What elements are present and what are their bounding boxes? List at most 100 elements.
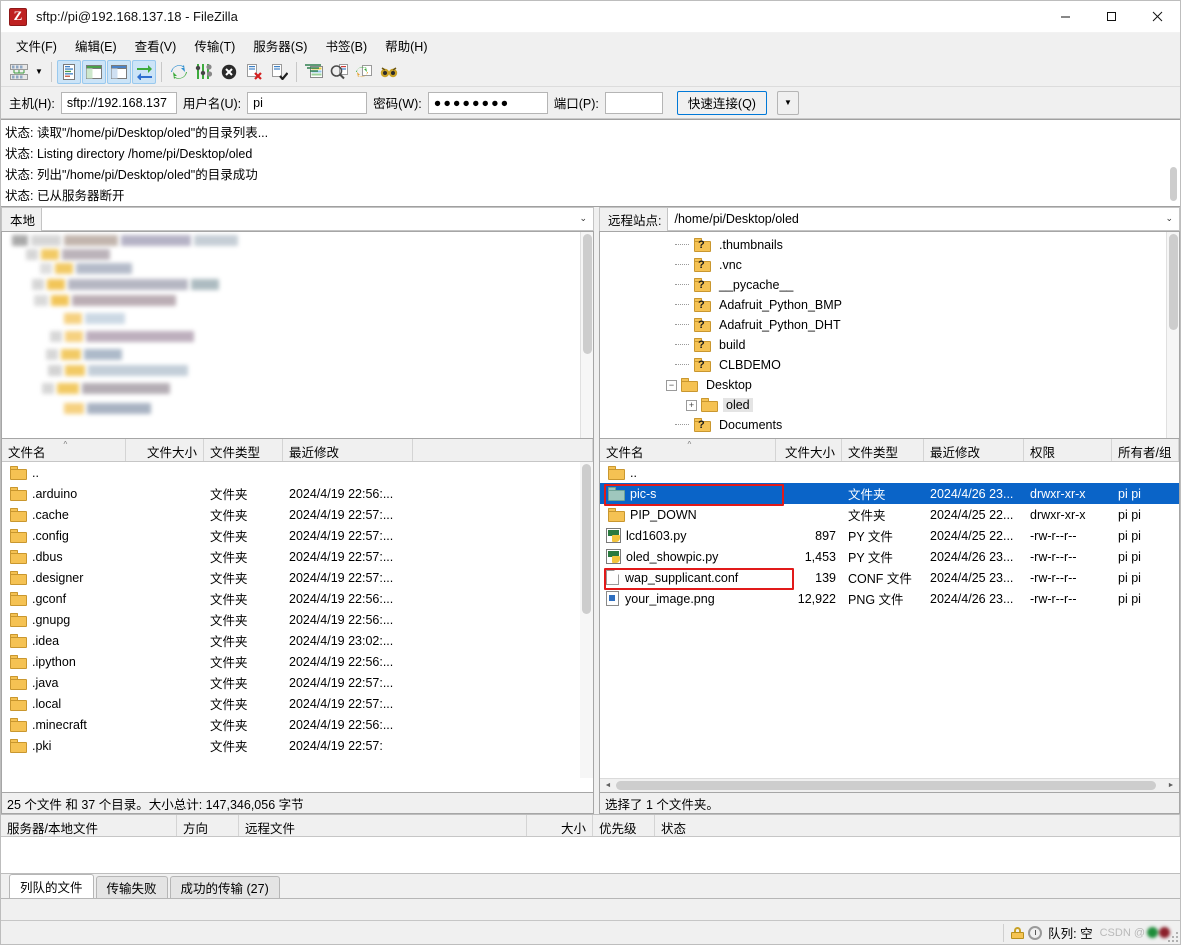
table-row[interactable]: .minecraft 文件夹 2024/4/19 22:56:... [2, 714, 593, 735]
table-row[interactable]: PIP_DOWN 文件夹 2024/4/25 22... drwxr-xr-x … [600, 504, 1179, 525]
port-input[interactable] [604, 91, 663, 114]
log-scrollbar-thumb[interactable] [1170, 167, 1177, 201]
quick-connect-button[interactable]: 快速连接(Q) [676, 90, 767, 115]
remote-tree-vscrollbar[interactable] [1166, 232, 1179, 438]
tab-queued-files[interactable]: 列队的文件 [9, 874, 94, 898]
table-row[interactable]: .arduino 文件夹 2024/4/19 22:56:... [2, 483, 593, 504]
remote-directory-tree[interactable]: .thumbnails .vnc __pycache__ [599, 231, 1180, 439]
table-row[interactable]: .java 文件夹 2024/4/19 22:57:... [2, 672, 593, 693]
reconnect-icon[interactable] [267, 60, 291, 84]
remote-col-permissions[interactable]: 权限 [1024, 439, 1112, 461]
queue-col-status[interactable]: 状态 [655, 815, 1180, 836]
tree-item-desktop[interactable]: − Desktop [604, 375, 1179, 395]
menu-bookmarks[interactable]: 书签(B) [316, 33, 376, 58]
tab-failed-transfers[interactable]: 传输失败 [95, 876, 168, 898]
directory-compare-icon[interactable] [327, 60, 351, 84]
status-bar-queue[interactable]: 队列: 空 [1004, 921, 1099, 945]
site-manager-dropdown-icon[interactable]: ▼ [32, 60, 46, 84]
password-input[interactable]: ●●●●●●●● [427, 91, 548, 114]
tree-item[interactable]: Adafruit_Python_DHT [604, 315, 1179, 335]
local-site-path-combo[interactable]: ⌄ [42, 206, 594, 231]
tree-item[interactable]: build [604, 335, 1179, 355]
table-row[interactable]: .dbus 文件夹 2024/4/19 22:57:... [2, 546, 593, 567]
message-log[interactable]: 状态: 读取"/home/pi/Desktop/oled"的目录列表... 状态… [1, 119, 1180, 207]
local-col-spacer[interactable] [413, 439, 593, 461]
menu-view[interactable]: 查看(V) [126, 33, 186, 58]
tree-item[interactable]: Documents [604, 415, 1179, 435]
table-row[interactable]: .pki 文件夹 2024/4/19 22:57: [2, 735, 593, 756]
log-scrollbar[interactable] [1168, 121, 1179, 205]
tree-item[interactable]: .thumbnails [604, 235, 1179, 255]
table-row[interactable]: .idea 文件夹 2024/4/19 23:02:... [2, 630, 593, 651]
collapse-expander-icon[interactable]: − [666, 379, 677, 391]
scroll-right-icon[interactable]: ► [1164, 779, 1178, 792]
table-row[interactable]: .. [600, 462, 1179, 483]
local-file-list-vscrollbar[interactable] [580, 462, 593, 778]
menu-transfer[interactable]: 传输(T) [185, 33, 244, 58]
queue-col-remotefile[interactable]: 远程文件 [239, 815, 527, 836]
refresh-icon[interactable] [167, 60, 191, 84]
menu-server[interactable]: 服务器(S) [244, 33, 316, 58]
local-file-list-body[interactable]: .. .arduino 文件夹 2024/4/19 22:56:... .cac… [2, 462, 593, 792]
username-input[interactable]: pi [247, 91, 368, 114]
toggle-local-tree-icon[interactable] [82, 59, 106, 84]
local-col-filename[interactable]: 文件名 ^ [2, 439, 126, 461]
chevron-down-icon[interactable]: ⌄ [579, 208, 587, 230]
remote-col-modified[interactable]: 最近修改 [924, 439, 1024, 461]
tree-item[interactable]: CLBDEMO [604, 355, 1179, 375]
local-col-filesize[interactable]: 文件大小 [126, 439, 204, 461]
remote-file-list-body[interactable]: .. pic-s 文件夹 2024/4/26 23... drwxr-xr-x … [600, 462, 1179, 778]
local-file-list-vscrollbar-thumb[interactable] [582, 464, 591, 614]
table-row[interactable]: .config 文件夹 2024/4/19 22:57:... [2, 525, 593, 546]
resize-grip[interactable] [1168, 932, 1178, 942]
local-tree-vscrollbar[interactable] [580, 232, 593, 438]
local-directory-tree[interactable] [1, 231, 594, 439]
toggle-transfer-queue-icon[interactable] [132, 59, 156, 84]
close-button[interactable] [1134, 1, 1180, 33]
table-row[interactable]: oled_showpic.py 1,453 PY 文件 2024/4/26 23… [600, 546, 1179, 567]
queue-col-direction[interactable]: 方向 [177, 815, 239, 836]
queue-col-priority[interactable]: 优先级 [593, 815, 655, 836]
remote-col-owner[interactable]: 所有者/组 [1112, 439, 1179, 461]
disconnect-icon[interactable] [242, 60, 266, 84]
table-row-selected[interactable]: pic-s 文件夹 2024/4/26 23... drwxr-xr-x pi … [600, 483, 1179, 504]
find-files-icon[interactable] [377, 60, 401, 84]
tree-item[interactable]: __pycache__ [604, 275, 1179, 295]
table-row[interactable]: .local 文件夹 2024/4/19 22:57:... [2, 693, 593, 714]
minimize-button[interactable] [1042, 1, 1088, 33]
chevron-down-icon[interactable]: ⌄ [1165, 208, 1173, 230]
remote-tree-vscrollbar-thumb[interactable] [1169, 234, 1178, 330]
process-queue-icon[interactable] [192, 60, 216, 84]
cancel-operation-icon[interactable] [217, 60, 241, 84]
tree-item[interactable]: .vnc [604, 255, 1179, 275]
remote-file-list-hscrollbar-thumb[interactable] [616, 781, 1156, 790]
local-tree-vscrollbar-thumb[interactable] [583, 234, 592, 354]
queue-col-serverlocal[interactable]: 服务器/本地文件 [1, 815, 177, 836]
menu-file[interactable]: 文件(F) [7, 33, 66, 58]
remote-file-list[interactable]: 文件名 ^ 文件大小 文件类型 最近修改 权限 所有者/组 .. pic-s 文… [599, 439, 1180, 793]
queue-col-size[interactable]: 大小 [527, 815, 593, 836]
host-input[interactable]: sftp://192.168.137 [60, 91, 177, 114]
quick-connect-dropdown-icon[interactable]: ▼ [776, 90, 799, 115]
menu-edit[interactable]: 编辑(E) [66, 33, 126, 58]
table-row[interactable]: .gconf 文件夹 2024/4/19 22:56:... [2, 588, 593, 609]
table-row[interactable]: lcd1603.py 897 PY 文件 2024/4/25 22... -rw… [600, 525, 1179, 546]
tab-successful-transfers[interactable]: 成功的传输 (27) [169, 876, 280, 898]
local-file-list[interactable]: 文件名 ^ 文件大小 文件类型 最近修改 .. .arduino 文件夹 202… [1, 439, 594, 793]
table-row[interactable]: .ipython 文件夹 2024/4/19 22:56:... [2, 651, 593, 672]
table-row[interactable]: .. [2, 462, 593, 483]
table-row[interactable]: wap_supplicant.conf 139 CONF 文件 2024/4/2… [600, 567, 1179, 588]
remote-site-path-combo[interactable]: /home/pi/Desktop/oled ⌄ [668, 206, 1180, 231]
site-manager-icon[interactable] [7, 60, 31, 84]
transfer-queue-body[interactable] [1, 837, 1180, 873]
table-row[interactable]: .gnupg 文件夹 2024/4/19 22:56:... [2, 609, 593, 630]
local-col-modified[interactable]: 最近修改 [283, 439, 413, 461]
remote-col-filename[interactable]: 文件名 ^ [600, 439, 776, 461]
remote-col-filesize[interactable]: 文件大小 [776, 439, 842, 461]
tree-item[interactable]: Adafruit_Python_BMP [604, 295, 1179, 315]
toggle-remote-tree-icon[interactable] [107, 59, 131, 84]
local-col-filetype[interactable]: 文件类型 [204, 439, 283, 461]
tree-item-oled[interactable]: + oled [604, 395, 1179, 415]
maximize-button[interactable] [1088, 1, 1134, 33]
table-row[interactable]: .cache 文件夹 2024/4/19 22:57:... [2, 504, 593, 525]
